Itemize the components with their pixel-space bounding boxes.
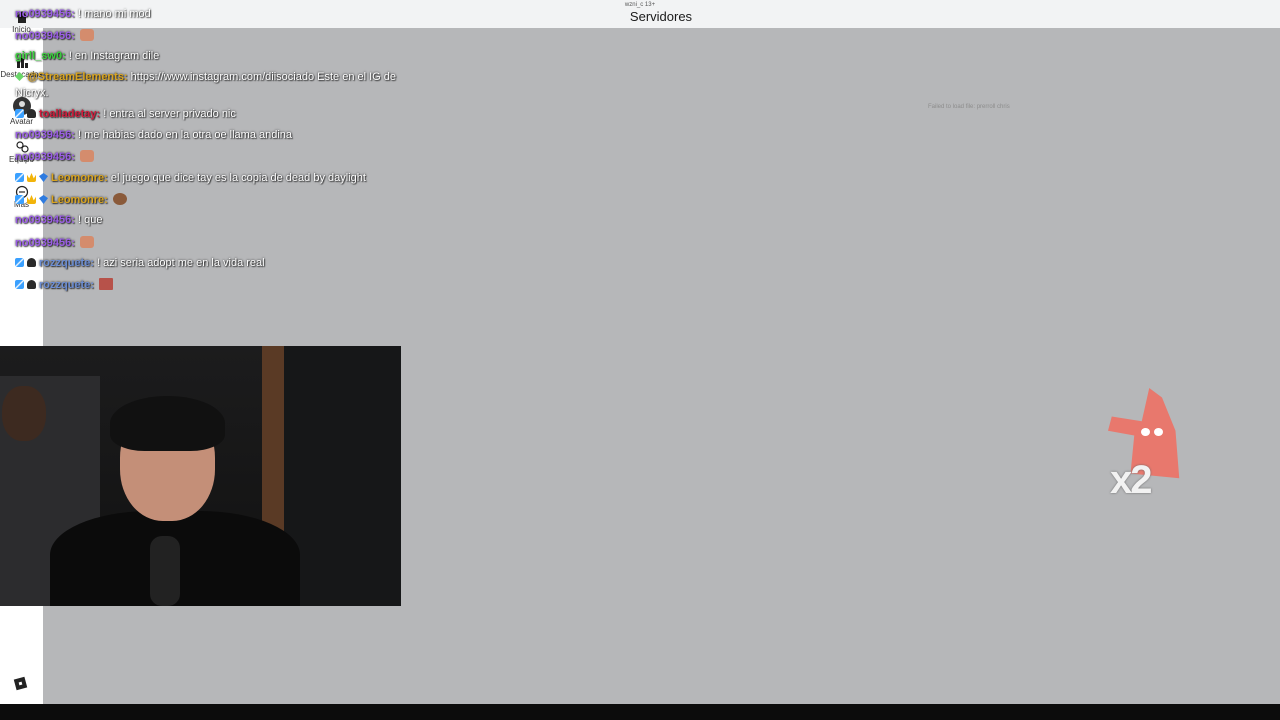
chat-username: Leomonre: <box>51 194 108 206</box>
hand-emote-icon <box>80 150 94 162</box>
chat-message: @StreamElements: https://www.instagram.c… <box>15 69 400 101</box>
hand-emote-icon <box>80 236 94 248</box>
chat-text: el juego que dice tay es la copia de dea… <box>110 172 366 184</box>
vip-badge-icon <box>27 280 36 289</box>
chat-message: rozzquete: ! azi seria adopt me en la vi… <box>15 257 265 269</box>
multiplier-label: x2 <box>1110 458 1152 502</box>
chat-username: no0939456: <box>15 237 75 249</box>
chat-message: Leomonre: el juego que dice tay es la co… <box>15 172 366 184</box>
hand-emote-icon <box>80 29 94 41</box>
chat-text: ! azi seria adopt me en la vida real <box>97 257 265 269</box>
vip-badge-icon <box>27 109 36 118</box>
webcam-background-face <box>2 386 46 441</box>
moderator-badge-icon <box>15 280 24 289</box>
username-label: wzni_c 13+ <box>624 2 656 8</box>
chat-message: no0939456: <box>15 150 94 163</box>
top-bar: wzni_c 13+ Servidores <box>0 0 1280 28</box>
chat-message: no0939456: <box>15 236 94 249</box>
chat-username: rozzquete: <box>39 279 94 291</box>
chat-message: no0939456: ! que <box>15 214 102 226</box>
chat-text: ! mano mi mod <box>78 8 151 20</box>
chat-text: ! me habias dado en la otra oe llama and… <box>78 129 293 141</box>
face-emote-icon <box>99 278 114 290</box>
patrick-sticker: x2 <box>1088 388 1183 508</box>
chat-username: girll_sw0: <box>15 50 66 62</box>
chat-message: rozzquete: <box>15 278 114 291</box>
chat-username: Leomonre: <box>51 172 108 184</box>
chat-username: toalladetay: <box>39 108 101 120</box>
moderator-badge-icon <box>15 258 24 267</box>
webcam-streamer-hair <box>110 396 225 451</box>
page-title: Servidores <box>629 9 693 24</box>
chat-text: ! que <box>78 214 103 226</box>
chat-message: girll_sw0: ! en Instagram dile <box>15 50 159 62</box>
chat-username: no0939456: <box>15 129 75 141</box>
chat-username: no0939456: <box>15 8 75 20</box>
load-error-text: Failed to load file: prerroll chris <box>928 104 1010 110</box>
moderator-badge-icon <box>15 195 24 204</box>
chat-text: ! entra al server privado nic <box>103 108 236 120</box>
bits-badge-icon <box>15 72 24 81</box>
chat-message: no0939456: ! mano mi mod <box>15 8 151 20</box>
patrick-eye <box>1154 428 1163 436</box>
snail-emote-icon <box>112 193 127 205</box>
webcam-feed <box>0 346 401 606</box>
patrick-eye <box>1141 428 1150 436</box>
chat-text: ! en Instagram dile <box>68 50 160 62</box>
gem-badge-icon <box>39 173 48 182</box>
roblox-logo-icon[interactable] <box>13 676 28 691</box>
gem-badge-icon <box>39 195 48 204</box>
crown-badge-icon <box>27 195 36 204</box>
chat-username: @StreamElements: <box>27 71 128 83</box>
bottom-bar <box>0 704 1280 720</box>
vip-badge-icon <box>27 258 36 267</box>
chat-message: Leomonre: <box>15 193 127 206</box>
chat-message: no0939456: <box>15 29 94 42</box>
moderator-badge-icon <box>15 109 24 118</box>
microphone-icon <box>150 536 180 606</box>
chat-username: no0939456: <box>15 151 75 163</box>
crown-badge-icon <box>27 173 36 182</box>
chat-username: rozzquete: <box>39 257 94 269</box>
chat-username: no0939456: <box>15 214 75 226</box>
chat-username: no0939456: <box>15 30 75 42</box>
chat-message: no0939456: ! me habias dado en la otra o… <box>15 129 292 141</box>
chat-message: toalladetay: ! entra al server privado n… <box>15 108 236 120</box>
moderator-badge-icon <box>15 173 24 182</box>
